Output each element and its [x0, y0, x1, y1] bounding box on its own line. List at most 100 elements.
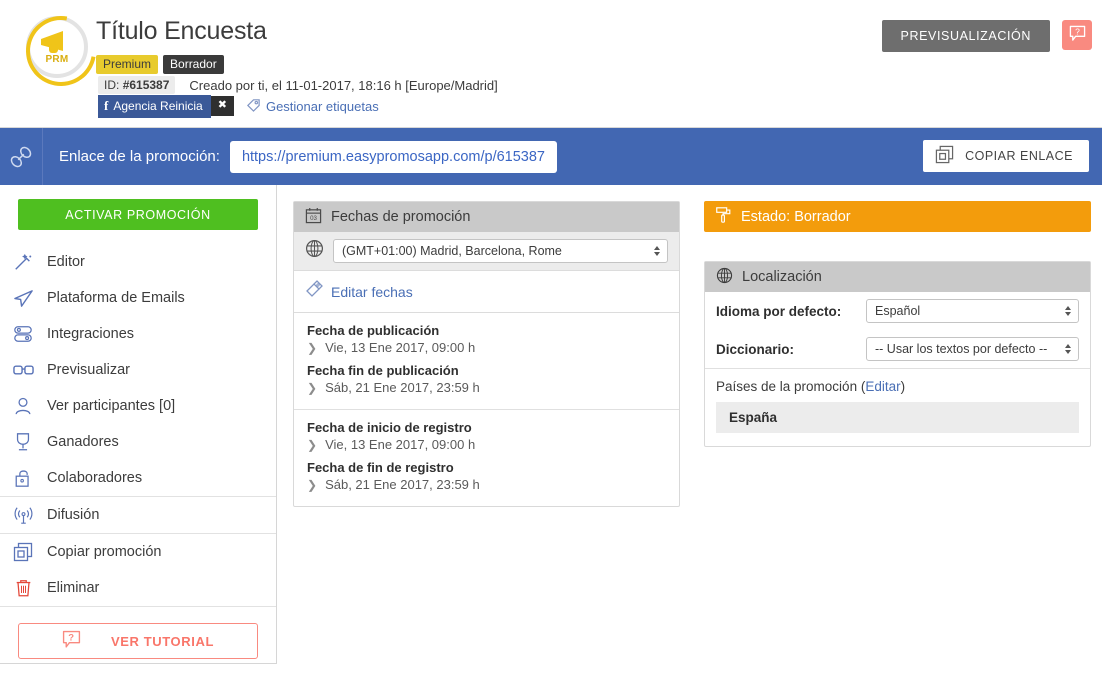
preview-button[interactable]: PREVISUALIZACIÓN	[882, 20, 1050, 52]
help-button[interactable]: ?	[1062, 20, 1092, 50]
sidebar-item-label: Previsualizar	[47, 362, 130, 378]
date-label: Fecha de fin de registro	[294, 457, 679, 476]
sidebar-group-main: Editor Plataforma de Emails Integracione…	[0, 244, 276, 497]
toggles-icon	[12, 324, 34, 344]
sidebar-item-label: Ver participantes [0]	[47, 398, 175, 414]
sidebar-item-integrations[interactable]: Integraciones	[0, 316, 276, 352]
date-label: Fecha de inicio de registro	[294, 417, 679, 436]
dictionary-row: Diccionario: -- Usar los textos por defe…	[705, 330, 1090, 369]
copy-link-button[interactable]: COPIAR ENLACE	[923, 140, 1089, 172]
dates-panel-header: 03 Fechas de promoción	[294, 202, 679, 232]
link-chain-icon	[0, 145, 42, 169]
countries-section: Países de la promoción (Editar) España	[705, 369, 1090, 446]
magic-wand-icon	[12, 252, 34, 272]
date-value-row[interactable]: ❯ Vie, 13 Ene 2017, 09:00 h	[294, 339, 679, 360]
manage-tags-link[interactable]: Gestionar etiquetas	[246, 97, 379, 115]
sidebar-item-collaborators[interactable]: Colaboradores	[0, 460, 276, 496]
sidebar-item-label: Integraciones	[47, 326, 134, 342]
svg-text:?: ?	[1075, 26, 1080, 36]
dates-group-registration: Fecha de inicio de registro ❯ Vie, 13 En…	[294, 409, 679, 506]
promotion-meta: ID: #615387 Creado por ti, el 11-01-2017…	[98, 76, 498, 94]
localization-column: Estado: Borrador Localización Idioma por…	[704, 201, 1091, 673]
chevron-updown-icon	[1065, 306, 1071, 316]
main-content: 03 Fechas de promoción (GMT+01:00) Madri…	[277, 185, 1102, 673]
page-title: Título Encuesta	[96, 17, 267, 46]
edit-dates-link: Editar fechas	[331, 284, 413, 300]
created-info: Creado por ti, el 11-01-2017, 18:16 h [E…	[189, 78, 497, 93]
chevron-right-icon: ❯	[307, 438, 317, 452]
id-prefix: ID:	[104, 78, 119, 92]
paint-roller-icon	[715, 206, 732, 228]
glasses-icon	[12, 363, 34, 377]
dates-panel-title: Fechas de promoción	[331, 209, 470, 225]
facebook-page-tag[interactable]: f Agencia Reinicia	[98, 95, 211, 118]
chevron-updown-icon	[654, 246, 660, 256]
sidebar-item-winners[interactable]: Ganadores	[0, 424, 276, 460]
sidebar-item-label: Plataforma de Emails	[47, 290, 185, 306]
date-value-row[interactable]: ❯ Sáb, 21 Ene 2017, 23:59 h	[294, 476, 679, 497]
language-row: Idioma por defecto: Español	[705, 292, 1090, 330]
date-label: Fecha fin de publicación	[294, 360, 679, 379]
tutorial-label: VER TUTORIAL	[111, 634, 214, 649]
copy-icon	[12, 542, 34, 562]
sidebar: ACTIVAR PROMOCIÓN Editor Plataforma de E…	[0, 185, 277, 664]
countries-label: Países de la promoción (Editar)	[716, 379, 1079, 394]
sidebar-item-label: Copiar promoción	[47, 544, 161, 560]
sidebar-item-editor[interactable]: Editor	[0, 244, 276, 280]
countries-edit-link[interactable]: Editar	[865, 379, 900, 394]
user-icon	[12, 396, 34, 416]
sidebar-item-participants[interactable]: Ver participantes [0]	[0, 388, 276, 424]
promotion-link-bar: Enlace de la promoción: https://premium.…	[0, 128, 1102, 185]
svg-text:?: ?	[68, 633, 74, 644]
dictionary-value: -- Usar los textos por defecto --	[875, 342, 1047, 356]
timezone-value: (GMT+01:00) Madrid, Barcelona, Rome	[342, 244, 562, 258]
date-value: Sáb, 21 Ene 2017, 23:59 h	[325, 380, 480, 395]
app-logo: PRM	[26, 16, 88, 78]
facebook-icon: f	[104, 98, 108, 114]
countries-label-close: )	[901, 379, 906, 394]
page-header: PRM Título Encuesta Premium Borrador ID:…	[0, 0, 1102, 128]
chevron-updown-icon	[1065, 344, 1071, 354]
sidebar-item-delete[interactable]: Eliminar	[0, 570, 276, 606]
date-label: Fecha de publicación	[294, 320, 679, 339]
countries-label-text: Países de la promoción (	[716, 379, 865, 394]
status-bar: Estado: Borrador	[704, 201, 1091, 232]
edit-dates-row[interactable]: Editar fechas	[294, 271, 679, 313]
link-label: Enlace de la promoción:	[59, 148, 220, 165]
localization-body: Idioma por defecto: Español Diccionario:…	[705, 292, 1090, 446]
sidebar-item-label: Eliminar	[47, 580, 99, 596]
sidebar-item-copy-promotion[interactable]: Copiar promoción	[0, 534, 276, 570]
sidebar-item-broadcast[interactable]: Difusión	[0, 497, 276, 533]
date-value: Vie, 13 Ene 2017, 09:00 h	[325, 437, 475, 452]
paper-plane-icon	[12, 288, 34, 309]
date-value: Vie, 13 Ene 2017, 09:00 h	[325, 340, 475, 355]
localization-panel-header: Localización	[705, 262, 1090, 292]
sidebar-item-label: Colaboradores	[47, 470, 142, 486]
country-item: España	[716, 402, 1079, 433]
date-value: Sáb, 21 Ene 2017, 23:59 h	[325, 477, 480, 492]
facebook-page-name: Agencia Reinicia	[113, 99, 202, 113]
sidebar-item-preview[interactable]: Previsualizar	[0, 352, 276, 388]
activate-promotion-button[interactable]: ACTIVAR PROMOCIÓN	[18, 199, 258, 230]
sidebar-item-label: Editor	[47, 254, 85, 270]
timezone-select[interactable]: (GMT+01:00) Madrid, Barcelona, Rome	[333, 239, 668, 263]
tutorial-button[interactable]: ? VER TUTORIAL	[18, 623, 258, 659]
dictionary-select[interactable]: -- Usar los textos por defecto --	[866, 337, 1079, 361]
chevron-right-icon: ❯	[307, 341, 317, 355]
timezone-row: (GMT+01:00) Madrid, Barcelona, Rome	[294, 232, 679, 271]
globe-icon	[716, 267, 733, 288]
date-value-row[interactable]: ❯ Vie, 13 Ene 2017, 09:00 h	[294, 436, 679, 457]
dates-panel: 03 Fechas de promoción (GMT+01:00) Madri…	[293, 201, 680, 507]
language-select[interactable]: Español	[866, 299, 1079, 323]
trophy-icon	[12, 432, 34, 452]
promotion-url[interactable]: https://premium.easypromosapp.com/p/6153…	[230, 141, 557, 173]
sidebar-item-email-platform[interactable]: Plataforma de Emails	[0, 280, 276, 316]
id-value: #615387	[123, 78, 170, 92]
status-text: Estado: Borrador	[741, 209, 851, 225]
pencil-tag-icon	[305, 280, 323, 303]
padlock-icon	[12, 468, 34, 488]
remove-tag-button[interactable]: ✖	[211, 96, 234, 116]
date-value-row[interactable]: ❯ Sáb, 21 Ene 2017, 23:59 h	[294, 379, 679, 400]
chevron-right-icon: ❯	[307, 478, 317, 492]
sidebar-item-label: Ganadores	[47, 434, 119, 450]
